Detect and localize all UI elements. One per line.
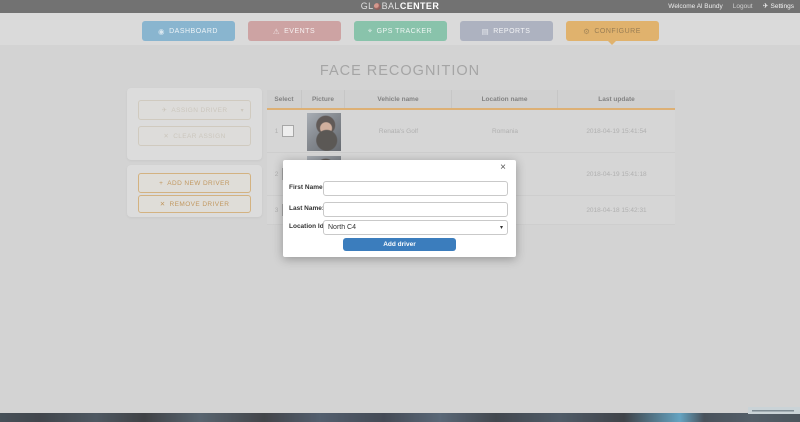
first-name-input[interactable] xyxy=(323,181,508,196)
location-id-label: Location Id: xyxy=(289,223,326,230)
close-icon[interactable]: × xyxy=(500,163,506,173)
app-window: GLBALCENTER Welcome Al Bundy Logout ✈Set… xyxy=(0,0,800,422)
first-name-field-row: First Name:* xyxy=(283,181,516,196)
location-id-combobox: ▾ xyxy=(323,220,508,235)
add-driver-modal: × First Name:* Last Name:* Location Id: … xyxy=(283,160,516,257)
add-driver-submit-button[interactable]: Add driver xyxy=(343,238,456,251)
last-name-input[interactable] xyxy=(323,202,508,217)
location-id-field-row: Location Id: ▾ xyxy=(283,220,516,235)
location-id-input[interactable] xyxy=(323,220,508,235)
last-name-field-row: Last Name:* xyxy=(283,202,516,217)
